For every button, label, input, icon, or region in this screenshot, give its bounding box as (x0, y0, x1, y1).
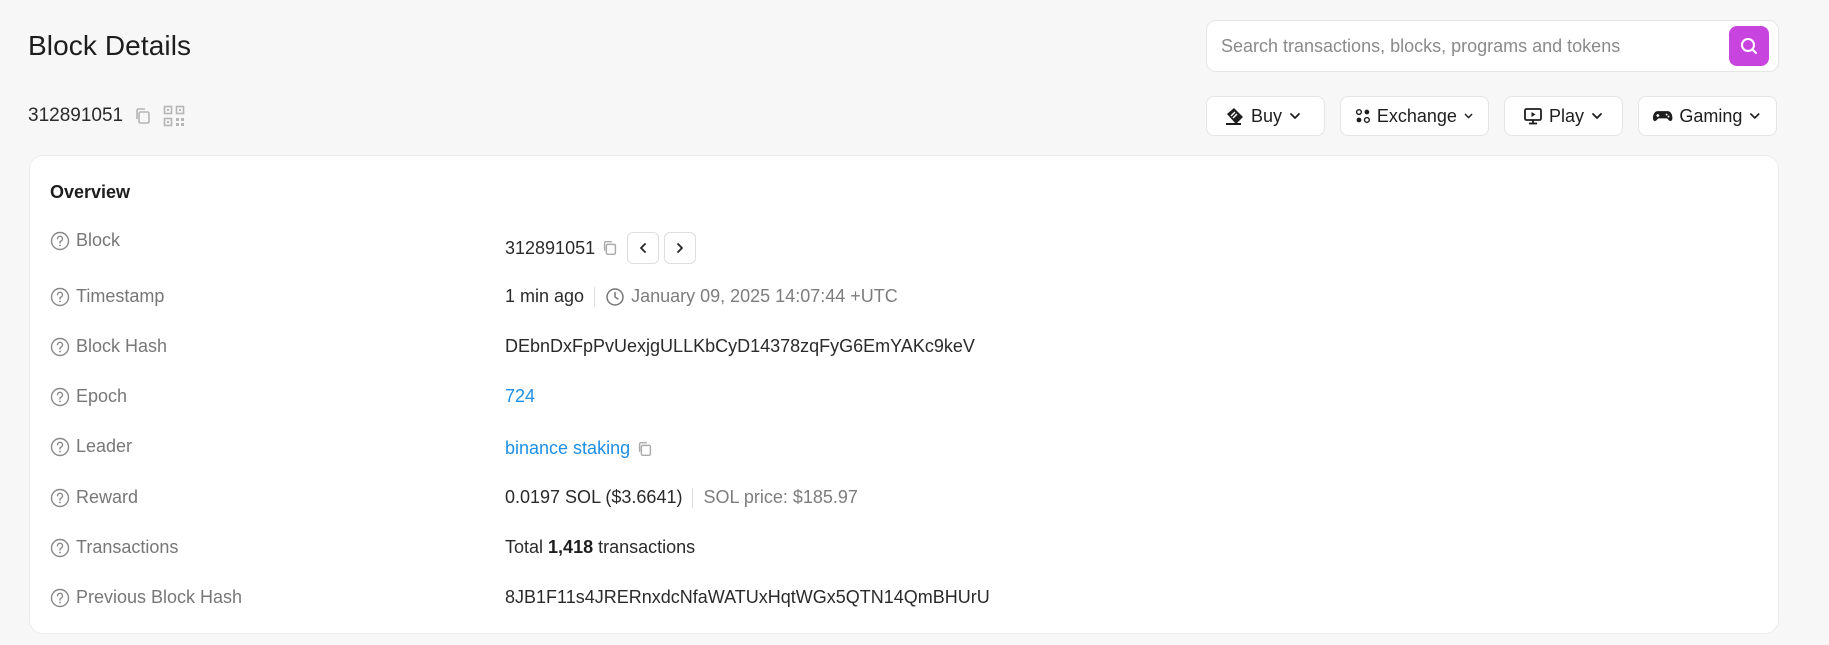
transactions-value: Total 1,418 transactions (505, 537, 695, 558)
block-hash-value: DEbnDxFpPvUexjgULLKbCyD14378zqFyG6EmYAKc… (505, 336, 975, 356)
help-icon[interactable] (50, 437, 70, 457)
overview-row-epoch: Epoch 724 (50, 386, 1750, 416)
help-icon[interactable] (50, 588, 70, 608)
overview-row-timestamp: Timestamp 1 min ago January 09, 2025 14:… (50, 286, 1750, 316)
overview-card: Overview Block 312891051 Timestamp 1 min (29, 155, 1779, 634)
timestamp-relative: 1 min ago (505, 286, 585, 306)
play-menu-label: Play (1549, 105, 1585, 126)
epoch-link[interactable]: 724 (505, 386, 535, 407)
timestamp-value: 1 min ago January 09, 2025 14:07:44 +UTC (505, 286, 898, 307)
qr-code-icon[interactable] (163, 105, 185, 127)
block-number-row: 312891051 (28, 102, 185, 130)
help-icon[interactable] (50, 287, 70, 307)
overview-row-transactions: Transactions Total 1,418 transactions (50, 537, 1750, 567)
exchange-menu-label: Exchange (1376, 105, 1457, 126)
monitor-play-icon (1524, 108, 1542, 125)
clock-icon (606, 287, 624, 306)
divider (594, 286, 596, 307)
ticket-icon (1226, 108, 1243, 125)
page-title: Block Details (28, 30, 192, 61)
gamepad-icon (1652, 111, 1673, 122)
buy-menu-label: Buy (1251, 105, 1283, 126)
block-label: Block (50, 230, 120, 251)
epoch-label: Epoch (50, 386, 127, 407)
overview-row-block-hash: Block Hash DEbnDxFpPvUexjgULLKbCyD14378z… (50, 336, 1750, 366)
gaming-menu-label: Gaming (1679, 105, 1743, 126)
exchange-menu-button[interactable]: Exchange (1340, 96, 1489, 136)
chevron-down-icon (1290, 113, 1300, 119)
search-button[interactable] (1729, 26, 1769, 66)
buy-menu-button[interactable]: Buy (1206, 96, 1325, 136)
exchange-icon (1355, 108, 1370, 124)
reward-value: 0.0197 SOL ($3.6641) SOL price: $185.97 (505, 487, 858, 508)
copy-icon[interactable] (601, 239, 619, 257)
overview-row-previous-block-hash: Previous Block Hash 8JB1F11s4JRERnxdcNfa… (50, 587, 1750, 617)
previous-block-hash-label: Previous Block Hash (50, 587, 242, 608)
play-menu-button[interactable]: Play (1504, 96, 1623, 136)
overview-row-leader: Leader binance staking (50, 436, 1750, 466)
sol-price: SOL price: $185.97 (703, 487, 858, 507)
search-input[interactable] (1221, 21, 1721, 71)
copy-icon[interactable] (636, 440, 654, 458)
transactions-suffix: transactions (598, 537, 696, 557)
leader-link[interactable]: binance staking (505, 438, 630, 459)
help-icon[interactable] (50, 387, 70, 407)
block-hash-label: Block Hash (50, 336, 167, 357)
timestamp-label: Timestamp (50, 286, 164, 307)
overview-row-reward: Reward 0.0197 SOL ($3.6641) SOL price: $… (50, 487, 1750, 517)
copy-icon[interactable] (133, 106, 153, 126)
top-nav-menu: Buy Exchange Play Gaming (1206, 96, 1777, 136)
search-box (1206, 20, 1779, 72)
help-icon[interactable] (50, 337, 70, 357)
block-number-value: 312891051 (505, 237, 596, 258)
transactions-count: 1,418 (548, 537, 594, 557)
chevron-right-icon (677, 243, 684, 253)
help-icon[interactable] (50, 231, 70, 251)
gaming-menu-button[interactable]: Gaming (1638, 96, 1777, 136)
previous-block-button[interactable] (627, 232, 660, 264)
transactions-prefix: Total (505, 537, 544, 557)
chevron-down-icon (1464, 113, 1473, 119)
timestamp-absolute: January 09, 2025 14:07:44 +UTC (631, 286, 898, 306)
chevron-down-icon (1592, 113, 1602, 119)
reward-label: Reward (50, 487, 138, 508)
next-block-button[interactable] (664, 232, 697, 264)
overview-row-block: Block 312891051 (50, 230, 1750, 264)
overview-title: Overview (50, 182, 131, 202)
chevron-left-icon (640, 243, 647, 253)
transactions-label: Transactions (50, 537, 178, 558)
leader-label: Leader (50, 436, 132, 457)
previous-block-hash-value: 8JB1F11s4JRERnxdcNfaWATUxHqtWGx5QTN14QmB… (505, 587, 990, 607)
chevron-down-icon (1750, 113, 1760, 119)
help-icon[interactable] (50, 488, 70, 508)
block-value: 312891051 (505, 232, 697, 264)
reward-amount: 0.0197 SOL ($3.6641) (505, 487, 683, 507)
divider (692, 487, 694, 508)
help-icon[interactable] (50, 538, 70, 558)
search-icon (1741, 38, 1757, 54)
block-number: 312891051 (28, 105, 124, 126)
